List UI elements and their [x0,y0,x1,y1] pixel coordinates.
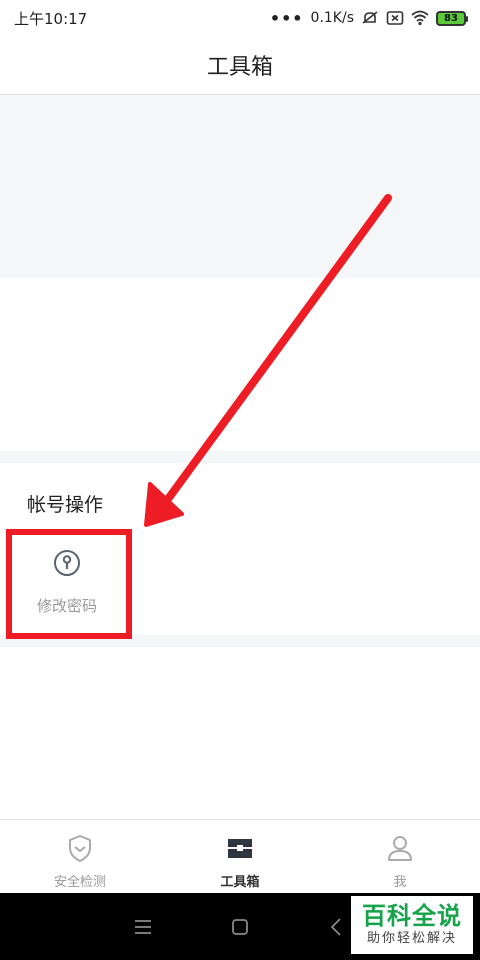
status-icons: ••• 0.1K/s 83 [269,8,468,28]
blank-area [0,278,480,451]
watermark-title: 百科全说 [362,902,462,930]
shield-icon [69,835,91,862]
section-divider [0,451,480,463]
mute-icon [362,11,378,24]
tab-label: 我 [393,875,407,890]
page-title: 工具箱 [206,55,273,80]
menu-icon[interactable] [131,915,155,939]
section-title: 帐号操作 [27,494,104,516]
tab-me[interactable]: 我 [320,820,480,893]
change-password-item[interactable]: 修改密码 [14,543,120,633]
bottom-divider [0,635,480,647]
battery-icon: 83 [436,10,468,26]
account-section: 帐号操作 修改密码 [0,463,480,635]
watermark-subtitle: 助你轻松解决 [366,931,457,946]
wifi-icon [411,10,429,26]
status-time: 上午10:17 [14,9,88,28]
tab-toolbox[interactable]: 工具箱 [160,820,320,893]
tab-label: 工具箱 [220,875,260,890]
sim-icon [386,11,404,25]
battery-level: 83 [444,12,458,24]
app-header: 工具箱 [0,36,480,95]
user-icon [388,836,412,861]
home-icon[interactable] [228,915,252,939]
back-icon[interactable] [325,915,349,939]
watermark-logo: 百科全说 助你轻松解决 [351,896,473,954]
tab-bar: 安全检测 工具箱 我 [0,819,480,893]
toolbox-icon [228,839,252,858]
tab-label: 安全检测 [53,875,106,890]
tab-security-check[interactable]: 安全检测 [0,820,160,893]
network-speed: 0.1K/s [310,10,354,26]
change-password-label: 修改密码 [36,597,97,615]
status-bar: 上午10:17 ••• 0.1K/s 83 [0,0,480,36]
key-icon [54,550,80,576]
banner-area [0,95,480,278]
more-dots: ••• [269,8,304,28]
